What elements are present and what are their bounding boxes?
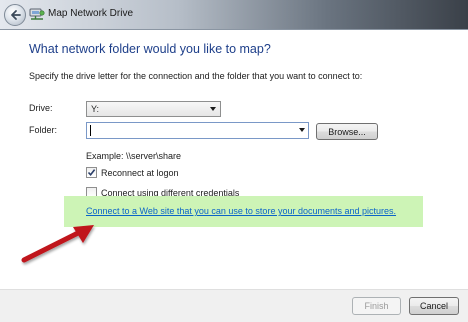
folder-combobox[interactable] [86,122,309,139]
reconnect-at-logon-checkbox[interactable]: Reconnect at logon [86,166,179,179]
instruction-text: Specify the drive letter for the connect… [29,71,363,81]
finish-button[interactable]: Finish [352,297,401,315]
checkbox-label: Reconnect at logon [101,167,179,178]
drive-select[interactable]: Y: [86,101,221,117]
chevron-down-icon [299,128,305,132]
folder-label: Folder: [29,125,58,135]
text-cursor [90,125,91,136]
example-text: Example: \\server\share [86,151,182,161]
drive-label: Drive: [29,103,53,113]
web-storage-link-text[interactable]: Connect to a Web site that you can use t… [86,206,394,216]
window-title: Map Network Drive [48,8,134,19]
drive-select-value: Y: [91,104,100,114]
chevron-down-icon [210,107,216,111]
browse-button[interactable]: Browse... [316,123,378,140]
link-period: . [393,206,397,216]
folder-input[interactable] [89,124,289,137]
cancel-button[interactable]: Cancel [409,297,459,315]
back-arrow-icon [11,10,21,20]
checkmark-icon [87,169,96,177]
folder-dropdown-button[interactable] [294,123,308,138]
web-storage-link[interactable]: Connect to a Web site that you can use t… [86,206,396,216]
annotation-arrow-icon [21,225,94,263]
checkbox-checked[interactable] [86,167,97,178]
page-heading: What network folder would you like to ma… [29,42,271,56]
network-drive-icon [29,8,45,20]
back-button[interactable] [4,4,26,26]
